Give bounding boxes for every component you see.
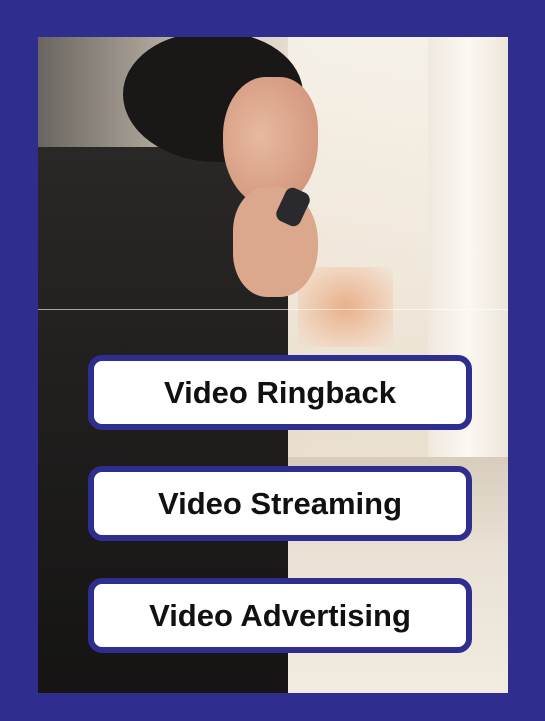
horizontal-line — [38, 309, 508, 310]
badge-label: Video Streaming — [157, 485, 403, 521]
video-ringback-badge: Video Ringback — [88, 355, 472, 430]
badge-label: Video Ringback — [164, 374, 396, 410]
background-sign — [298, 267, 393, 347]
video-streaming-badge: Video Streaming — [88, 466, 472, 541]
badge-label: Video Advertising — [149, 597, 411, 633]
video-advertising-badge: Video Advertising — [88, 578, 472, 653]
poster-frame: Video Ringback Video Streaming Video Adv… — [0, 0, 545, 721]
